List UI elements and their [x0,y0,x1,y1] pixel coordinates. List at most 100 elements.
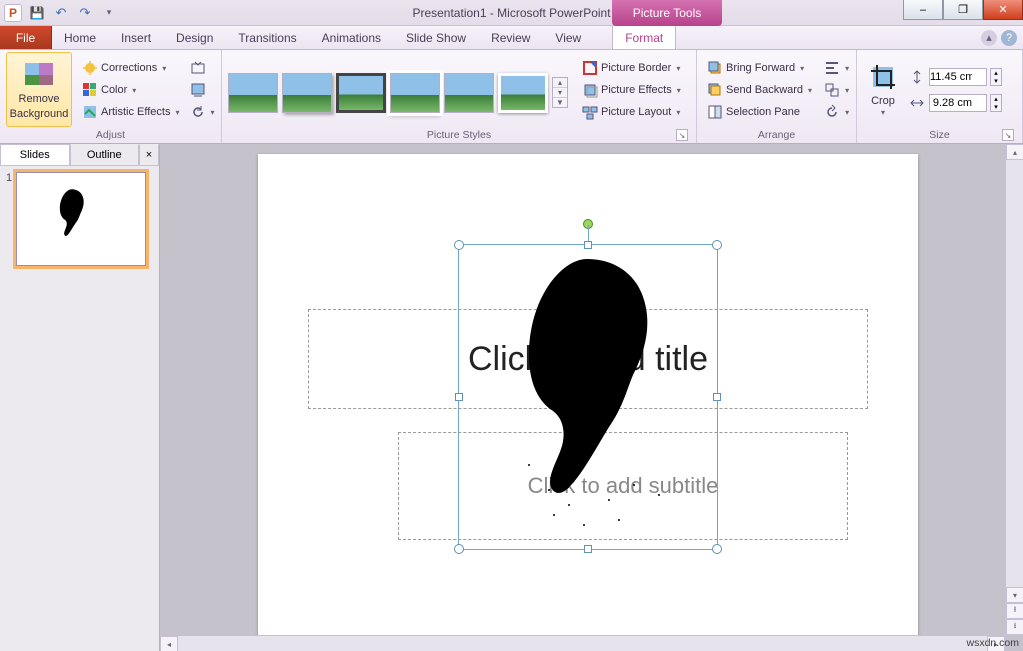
panel-tabs: Slides Outline × [0,144,159,166]
style-preset-5[interactable] [444,73,494,113]
align-icon [824,60,840,76]
panel-close-button[interactable]: × [139,144,159,165]
chevron-down-icon: ▾ [107,7,112,18]
qat-customize-button[interactable]: ▾ [98,3,120,23]
group-picture-styles: ▴ ▾ ▼ Picture Border Picture Effects Pic… [222,50,697,143]
undo-button[interactable]: ↶ [50,3,72,23]
crop-label: Crop [871,95,895,107]
reset-picture-button[interactable] [190,101,210,123]
maximize-button[interactable]: ❐ [943,0,983,20]
tab-design[interactable]: Design [164,26,226,49]
tab-home[interactable]: Home [52,26,109,49]
handle-w[interactable] [455,393,463,401]
tab-transitions[interactable]: Transitions [226,26,309,49]
tab-review[interactable]: Review [479,26,543,49]
style-preset-4[interactable] [390,73,440,113]
styles-launcher-icon[interactable]: ↘ [676,129,688,141]
tab-slideshow[interactable]: Slide Show [394,26,479,49]
picture-border-button[interactable]: Picture Border [578,57,685,79]
style-preset-1[interactable] [228,73,278,113]
thumbnail-list: 1 [0,166,159,272]
gallery-down-icon[interactable]: ▾ [553,88,567,98]
height-input[interactable] [929,68,987,86]
tab-slides-panel[interactable]: Slides [0,144,70,165]
selection-pane-label: Selection Pane [726,106,800,118]
compress-pictures-button[interactable] [190,57,210,79]
style-preset-2[interactable] [282,73,332,113]
handle-nw[interactable] [454,240,464,250]
vertical-scrollbar[interactable]: ▴ ▾ ⭱ ⭳ [1005,144,1023,635]
help-icon[interactable]: ? [1001,30,1017,46]
slide-thumbnail-1[interactable] [16,172,146,266]
redo-button[interactable]: ↷ [74,3,96,23]
tab-insert[interactable]: Insert [109,26,164,49]
powerpoint-icon: P [4,4,22,22]
picture-layout-button[interactable]: Picture Layout [578,101,685,123]
app-menu-icon[interactable]: P [2,3,24,23]
handle-ne[interactable] [712,240,722,250]
thumb-silhouette-icon [51,187,91,239]
remove-background-button[interactable]: Remove Background [6,52,72,127]
color-button[interactable]: Color [78,79,184,101]
save-button[interactable]: 💾 [26,3,48,23]
title-bar: P 💾 ↶ ↷ ▾ Presentation1 - Microsoft Powe… [0,0,1023,26]
watermark: wsxdn.com [966,637,1019,649]
handle-e[interactable] [713,393,721,401]
height-spinner[interactable]: ▴▾ [990,68,1002,86]
gallery-more-icon[interactable]: ▼ [553,98,567,107]
width-icon [909,95,925,111]
minimize-button[interactable]: – [903,0,943,20]
save-icon: 💾 [30,6,45,20]
selected-picture[interactable] [458,244,718,550]
tab-animations[interactable]: Animations [310,26,394,49]
tab-file[interactable]: File [0,26,52,49]
selection-pane-button[interactable]: Selection Pane [703,101,816,123]
rotate-button[interactable] [822,101,844,123]
color-label: Color [101,84,127,96]
scroll-up-icon[interactable]: ▴ [1006,144,1023,160]
picture-effects-icon [582,82,598,98]
handle-se[interactable] [712,544,722,554]
prev-slide-icon[interactable]: ⭱ [1006,603,1023,619]
picture-effects-button[interactable]: Picture Effects [578,79,685,101]
color-icon [82,82,98,98]
bring-forward-button[interactable]: Bring Forward [703,57,816,79]
scroll-left-icon[interactable]: ◂ [160,636,178,651]
gallery-up-icon[interactable]: ▴ [553,78,567,88]
picture-content [459,245,719,551]
send-backward-button[interactable]: Send Backward [703,79,816,101]
close-button[interactable]: ✕ [983,0,1023,20]
corrections-button[interactable]: Corrections [78,57,184,79]
scroll-down-icon[interactable]: ▾ [1006,587,1023,603]
size-launcher-icon[interactable]: ↘ [1002,129,1014,141]
handle-sw[interactable] [454,544,464,554]
tab-view[interactable]: View [543,26,594,49]
artistic-effects-button[interactable]: Artistic Effects [78,101,184,123]
corrections-label: Corrections [101,62,157,74]
gallery-scroll[interactable]: ▴ ▾ ▼ [552,77,568,108]
minimize-icon: – [920,4,926,16]
change-picture-button[interactable] [190,79,210,101]
style-preset-6[interactable] [498,73,548,113]
picture-style-gallery[interactable]: ▴ ▾ ▼ [228,52,568,127]
group-adjust-label: Adjust [6,127,215,143]
redo-icon: ↷ [80,5,91,21]
handle-s[interactable] [584,545,592,553]
group-objects-button[interactable] [822,79,844,101]
width-input[interactable] [929,94,987,112]
group-arrange-label: Arrange [703,127,850,143]
slide-canvas[interactable]: Click to add title Click to add subtitle [160,144,1023,651]
handle-n[interactable] [584,241,592,249]
horizontal-scrollbar[interactable]: ◂ ▸ [160,635,1005,651]
width-spinner[interactable]: ▴▾ [990,94,1002,112]
slide[interactable]: Click to add title Click to add subtitle [258,154,918,644]
tab-format[interactable]: Format [612,26,676,49]
reset-picture-icon [190,104,206,120]
style-preset-3[interactable] [336,73,386,113]
next-slide-icon[interactable]: ⭳ [1006,619,1023,635]
tab-outline-panel[interactable]: Outline [70,144,140,165]
bring-forward-icon [707,60,723,76]
ribbon-minimize-button[interactable]: ▴ [981,30,997,46]
align-button[interactable] [822,57,844,79]
crop-button[interactable]: Crop ▾ [863,52,903,127]
